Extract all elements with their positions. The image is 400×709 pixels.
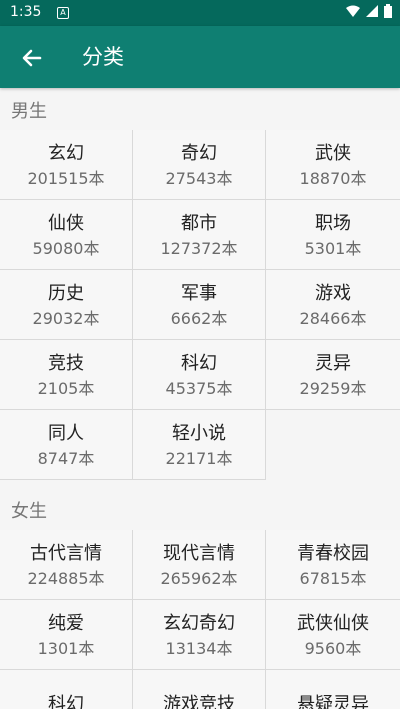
battery-icon <box>384 4 392 18</box>
category-name: 竞技 <box>48 352 84 374</box>
category-card[interactable]: 仙侠 59080本 <box>0 200 133 270</box>
category-count: 59080本 <box>32 238 100 258</box>
category-card[interactable]: 奇幻 27543本 <box>133 130 266 200</box>
category-name: 历史 <box>48 282 84 304</box>
category-name: 科幻 <box>181 352 217 374</box>
category-name: 玄幻奇幻 <box>163 612 235 634</box>
category-name: 玄幻 <box>48 142 84 164</box>
category-count: 27543本 <box>165 168 233 188</box>
category-count: 6662本 <box>170 308 228 328</box>
category-card[interactable]: 现代言情 265962本 <box>133 530 266 600</box>
category-card[interactable]: 玄幻 201515本 <box>0 130 133 200</box>
wifi-icon <box>346 5 360 17</box>
section-title-male: 男生 <box>11 101 47 122</box>
status-time: 1:35 <box>10 4 42 20</box>
category-count: 18870本 <box>299 168 367 188</box>
category-name: 灵异 <box>315 352 351 374</box>
category-card[interactable]: 武侠仙侠 9560本 <box>266 600 400 670</box>
status-bar: 1:35 A <box>0 0 400 26</box>
category-name: 仙侠 <box>48 212 84 234</box>
category-card[interactable]: 游戏 28466本 <box>266 270 400 340</box>
category-count: 265962本 <box>160 568 238 588</box>
category-count: 5301本 <box>304 238 362 258</box>
female-category-grid: 古代言情 224885本 现代言情 265962本 青春校园 67815本 纯爱 130… <box>0 530 400 709</box>
category-count: 2105本 <box>37 378 95 398</box>
category-name: 同人 <box>48 422 84 444</box>
category-card[interactable]: 历史 29032本 <box>0 270 133 340</box>
category-card[interactable]: 同人 8747本 <box>0 410 133 480</box>
category-count: 224885本 <box>27 568 105 588</box>
category-card[interactable]: 古代言情 224885本 <box>0 530 133 600</box>
category-card[interactable]: 军事 6662本 <box>133 270 266 340</box>
male-category-grid: 玄幻 201515本 奇幻 27543本 武侠 18870本 仙侠 59080本 都市 1… <box>0 130 400 480</box>
category-count: 13134本 <box>165 638 233 658</box>
category-card[interactable]: 轻小说 22171本 <box>133 410 266 480</box>
category-card[interactable]: 青春校园 67815本 <box>266 530 400 600</box>
category-name: 都市 <box>181 212 217 234</box>
category-name: 奇幻 <box>181 142 217 164</box>
category-name: 纯爱 <box>48 612 84 634</box>
category-count: 28466本 <box>299 308 367 328</box>
category-name: 青春校园 <box>297 542 369 564</box>
category-count: 67815本 <box>299 568 367 588</box>
category-name: 悬疑灵异 <box>297 693 369 709</box>
notification-icon: A <box>57 7 69 19</box>
category-card[interactable]: 纯爱 1301本 <box>0 600 133 670</box>
category-card[interactable]: 灵异 29259本 <box>266 340 400 410</box>
category-card[interactable]: 游戏竞技 <box>133 670 266 709</box>
category-name: 轻小说 <box>172 422 226 444</box>
category-list[interactable]: 男生 玄幻 201515本 奇幻 27543本 武侠 18870本 仙侠 59080本 … <box>0 88 400 709</box>
system-icons <box>346 4 392 18</box>
category-card[interactable]: 竞技 2105本 <box>0 340 133 410</box>
category-name: 武侠 <box>315 142 351 164</box>
category-name: 职场 <box>315 212 351 234</box>
category-count: 201515本 <box>27 168 105 188</box>
category-name: 武侠仙侠 <box>297 612 369 634</box>
category-name: 古代言情 <box>30 542 102 564</box>
app-bar: 分类 <box>0 26 400 88</box>
category-count: 1301本 <box>37 638 95 658</box>
category-name: 游戏 <box>315 282 351 304</box>
signal-icon <box>366 5 378 17</box>
category-card[interactable]: 职场 5301本 <box>266 200 400 270</box>
category-card[interactable]: 科幻 45375本 <box>133 340 266 410</box>
category-name: 科幻 <box>48 693 84 709</box>
category-card[interactable]: 武侠 18870本 <box>266 130 400 200</box>
category-count: 9560本 <box>304 638 362 658</box>
category-count: 29259本 <box>299 378 367 398</box>
category-name: 现代言情 <box>163 542 235 564</box>
category-name: 军事 <box>181 282 217 304</box>
page-title: 分类 <box>82 45 124 69</box>
category-count: 45375本 <box>165 378 233 398</box>
category-name: 游戏竞技 <box>163 693 235 709</box>
category-count: 29032本 <box>32 308 100 328</box>
category-count: 127372本 <box>160 238 238 258</box>
category-card[interactable]: 科幻 <box>0 670 133 709</box>
back-button[interactable] <box>18 44 46 72</box>
category-card[interactable]: 悬疑灵异 <box>266 670 400 709</box>
category-card[interactable]: 都市 127372本 <box>133 200 266 270</box>
category-count: 8747本 <box>37 448 95 468</box>
category-count: 22171本 <box>165 448 233 468</box>
category-card[interactable]: 玄幻奇幻 13134本 <box>133 600 266 670</box>
arrow-left-icon <box>22 49 42 67</box>
section-title-female: 女生 <box>11 501 47 522</box>
